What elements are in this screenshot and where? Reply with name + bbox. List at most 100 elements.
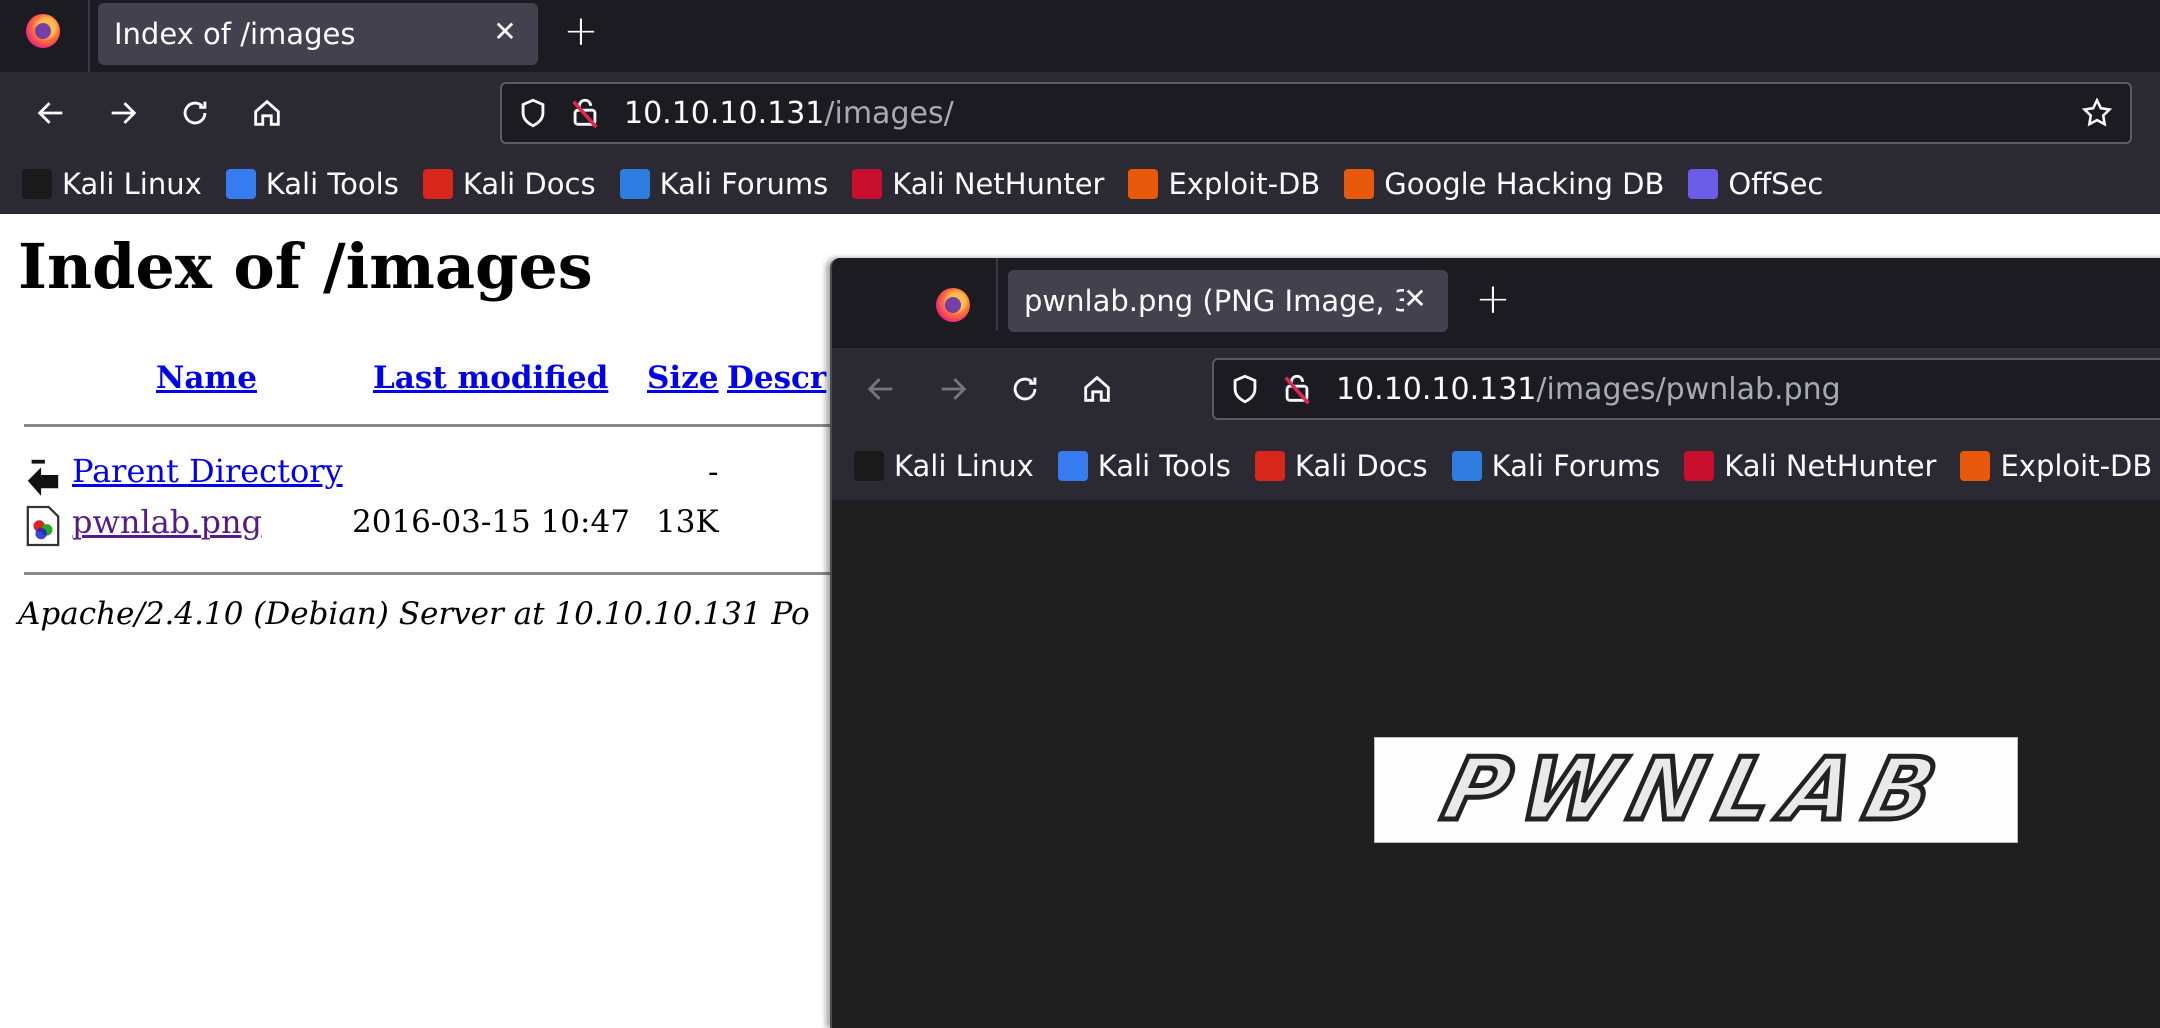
shield-icon[interactable] [1228, 372, 1262, 406]
bookmark-kali-docs[interactable]: Kali Docs [422, 167, 596, 201]
url-host: 10.10.10.131 [1336, 371, 1537, 407]
shield-icon[interactable] [516, 96, 550, 130]
firefox-icon[interactable] [26, 14, 60, 48]
reload-icon [1013, 377, 1037, 401]
back-arrow-icon [867, 378, 893, 400]
bookmark-label: OffSec [1728, 167, 1824, 201]
bookmark-kali-forums[interactable]: Kali Forums [619, 167, 829, 201]
url-path: /images/pwnlab.png [1536, 371, 1841, 407]
image-file-icon [26, 505, 60, 547]
tab-separator [996, 258, 998, 330]
kali-tools-icon [1057, 451, 1088, 481]
forward-button[interactable] [100, 90, 146, 136]
back-button[interactable] [858, 366, 904, 412]
divider [24, 424, 844, 427]
close-icon[interactable]: ✕ [1400, 284, 1430, 314]
column-header-description[interactable]: Descr [727, 360, 826, 396]
bookmark-offsec[interactable]: OffSec [1688, 167, 1823, 201]
tab-pwnlab-png[interactable]: pwnlab.png (PNG Image, 322 ✕ [1008, 270, 1448, 332]
tab-separator [88, 0, 90, 72]
home-icon [1084, 375, 1110, 402]
parent-directory-link[interactable]: Parent Directory [72, 452, 343, 490]
bookmark-kali-docs[interactable]: Kali Docs [1254, 449, 1428, 483]
forward-arrow-icon [941, 378, 967, 400]
new-tab-button[interactable]: + [1472, 278, 1514, 320]
home-icon [254, 99, 280, 126]
insecure-lock-icon[interactable] [1280, 372, 1314, 406]
bookmark-kali-tools[interactable]: Kali Tools [1057, 449, 1231, 483]
tab-title: pwnlab.png (PNG Image, 322 [1024, 284, 1404, 318]
bookmark-kali-linux[interactable]: Kali Linux [854, 449, 1034, 483]
kali-tools-icon [225, 169, 256, 199]
bookmark-label: Google Hacking DB [1384, 167, 1665, 201]
size-cell: 13K [656, 504, 719, 540]
column-header-size[interactable]: Size [647, 360, 719, 396]
back-arrow-icon [27, 459, 59, 496]
bookmark-google-hacking-db[interactable]: Google Hacking DB [1344, 167, 1664, 201]
bookmark-exploit-db[interactable]: Exploit-DB [1960, 449, 2152, 483]
page-title: Index of /images [18, 230, 593, 303]
bookmark-kali-linux[interactable]: Kali Linux [22, 167, 202, 201]
column-header-last-modified[interactable]: Last modified [373, 360, 608, 396]
star-icon[interactable] [2080, 96, 2114, 130]
firefox-icon[interactable] [936, 288, 970, 322]
url-text: 10.10.10.131/images/ [624, 96, 954, 131]
bookmark-exploit-db[interactable]: Exploit-DB [1128, 167, 1320, 201]
bookmark-label: Kali Linux [894, 449, 1034, 483]
forward-button[interactable] [930, 366, 976, 412]
url-host: 10.10.10.131 [624, 95, 825, 131]
kali-forums-icon [1451, 451, 1482, 481]
url-text: 10.10.10.131/images/pwnlab.png [1336, 372, 1841, 407]
tab-strip: pwnlab.png (PNG Image, 322 ✕ + [832, 258, 2160, 332]
bookmarks-toolbar: Kali Linux Kali Tools Kali Docs Kali Forums… [0, 154, 2160, 214]
size-cell: - [708, 454, 719, 490]
bookmark-label: Exploit-DB [1168, 167, 1321, 201]
bookmark-label: Kali Forums [659, 167, 829, 201]
bookmarks-toolbar: Kali Linux Kali Tools Kali Docs Kali Forums… [832, 432, 2160, 500]
tab-strip: Index of /images ✕ + [0, 0, 2160, 72]
address-bar[interactable]: 10.10.10.131/images/pwnlab.png [1212, 358, 2160, 420]
pwnlab-png-link[interactable]: pwnlab.png [72, 503, 262, 541]
insecure-lock-icon[interactable] [568, 96, 602, 130]
bookmark-label: Kali Docs [462, 167, 596, 201]
exploit-db-icon [1128, 169, 1159, 199]
close-icon[interactable]: ✕ [490, 17, 520, 47]
bookmark-label: Kali Linux [62, 167, 202, 201]
kali-docs-icon [1254, 451, 1285, 481]
last-modified-cell: 2016-03-15 10:47 [352, 504, 630, 540]
reload-button[interactable] [172, 90, 218, 136]
nethunter-icon [1684, 451, 1715, 481]
image-viewer: PWNLAB [832, 500, 2160, 1028]
ghdb-icon [1344, 169, 1375, 199]
tab-index-of-images[interactable]: Index of /images ✕ [98, 3, 538, 65]
url-path: /images/ [824, 95, 954, 131]
column-header-name[interactable]: Name [156, 360, 257, 396]
back-button[interactable] [28, 90, 74, 136]
back-arrow-icon [37, 102, 63, 124]
forward-arrow-icon [111, 102, 137, 124]
bookmark-kali-nethunter[interactable]: Kali NetHunter [1684, 449, 1936, 483]
kali-forums-icon [619, 169, 650, 199]
bookmark-label: Kali NetHunter [892, 167, 1105, 201]
new-tab-button[interactable]: + [560, 10, 602, 52]
bookmark-label: Kali Docs [1294, 449, 1428, 483]
home-button[interactable] [1074, 366, 1120, 412]
nethunter-icon [852, 169, 883, 199]
bookmark-label: Kali Tools [265, 167, 399, 201]
home-button[interactable] [244, 90, 290, 136]
offsec-icon [1688, 169, 1719, 199]
exploit-db-icon [1960, 451, 1991, 481]
image-browser-window: pwnlab.png (PNG Image, 322 ✕ + 10.10.10.… [830, 258, 2160, 1028]
tab-title: Index of /images [114, 17, 356, 51]
address-bar[interactable]: 10.10.10.131/images/ [500, 82, 2132, 144]
bookmark-kali-tools[interactable]: Kali Tools [225, 167, 399, 201]
bookmark-kali-forums[interactable]: Kali Forums [1451, 449, 1661, 483]
bookmark-label: Kali Forums [1491, 449, 1661, 483]
navigation-bar: 10.10.10.131/images/ [0, 72, 2160, 154]
reload-button[interactable] [1002, 366, 1048, 412]
kali-dragon-icon [854, 451, 884, 481]
navigation-bar: 10.10.10.131/images/pwnlab.png [832, 348, 2160, 432]
bookmark-label: Kali Tools [1097, 449, 1231, 483]
pwnlab-logo-text: PWNLAB [1431, 738, 1962, 843]
bookmark-kali-nethunter[interactable]: Kali NetHunter [852, 167, 1104, 201]
